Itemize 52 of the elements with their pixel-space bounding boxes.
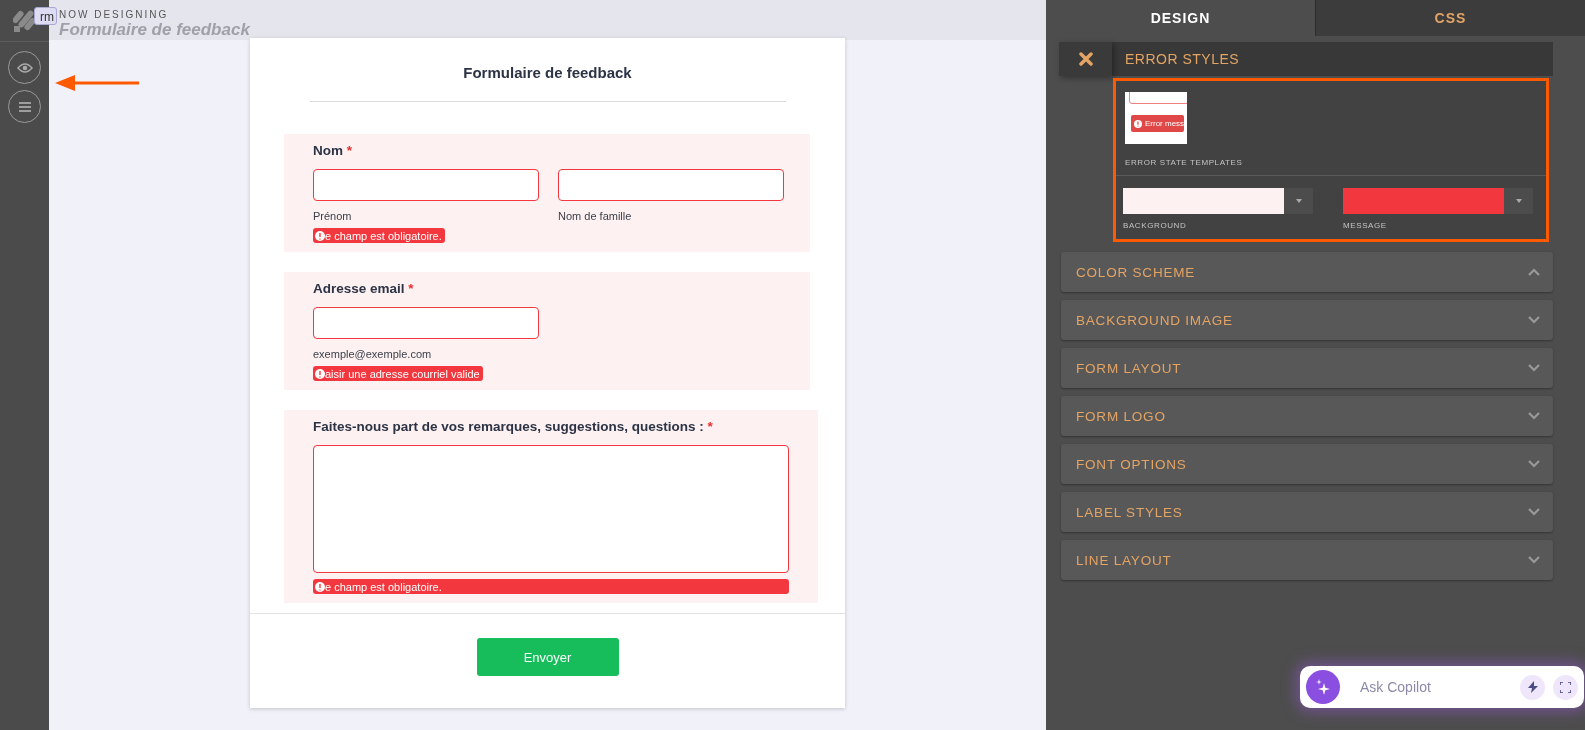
copilot-placeholder: Ask Copilot xyxy=(1360,679,1432,695)
alert-icon xyxy=(1134,119,1142,128)
form-title: Formulaire de feedback xyxy=(59,20,250,40)
sublabel: Prénom xyxy=(313,210,353,222)
form-heading: Formulaire de feedback xyxy=(463,64,632,81)
accordion-section[interactable]: FORM LAYOUT xyxy=(1061,348,1553,388)
templates-label: ERROR STATE TEMPLATES xyxy=(1125,158,1244,167)
text-field[interactable] xyxy=(313,307,539,339)
error-message: e champ est obligatoire. xyxy=(313,579,789,594)
color-label: MESSAGE xyxy=(1343,221,1388,230)
field-label: Nom xyxy=(313,143,343,158)
template-thumbnail[interactable]: Error mess xyxy=(1125,92,1187,144)
accordion-section[interactable]: LINE LAYOUT xyxy=(1061,540,1553,580)
preview-text: Error mess xyxy=(1145,119,1185,128)
text-field[interactable] xyxy=(558,169,784,201)
accordion-section[interactable]: FORM LOGO xyxy=(1061,396,1553,436)
field-label: Adresse email xyxy=(313,281,405,296)
accordion-section[interactable]: BACKGROUND IMAGE xyxy=(1061,300,1553,340)
alert-icon xyxy=(315,230,325,241)
menu-icon xyxy=(18,101,31,112)
bolt-icon[interactable] xyxy=(1520,674,1545,700)
error-message: aisir une adresse courriel valide xyxy=(313,366,483,381)
caret-icon xyxy=(1515,199,1522,203)
form-switcher[interactable]: rm xyxy=(34,7,57,25)
color-picker[interactable] xyxy=(1123,188,1313,214)
panel-tab[interactable]: CSS xyxy=(1315,0,1585,36)
accordion-section[interactable]: LABEL STYLES xyxy=(1061,492,1553,532)
color-label: BACKGROUND xyxy=(1123,221,1188,230)
copilot-bar[interactable]: Ask Copilot xyxy=(1300,666,1584,708)
required-mark: * xyxy=(346,143,353,158)
error-message: e champ est obligatoire. xyxy=(313,228,445,243)
sparkle-icon xyxy=(1306,670,1340,704)
field-label: Faites-nous part de vos remarques, suggestions, questions : xyxy=(313,419,704,434)
accordion-section[interactable]: COLOR SCHEME xyxy=(1061,252,1553,292)
color-picker[interactable] xyxy=(1343,188,1533,214)
close-button[interactable] xyxy=(1059,42,1112,76)
alert-icon xyxy=(315,368,325,379)
text-field[interactable] xyxy=(313,169,539,201)
close-icon xyxy=(1078,52,1093,66)
caption-label: NOW DESIGNING xyxy=(59,9,169,20)
alert-icon xyxy=(315,581,325,592)
required-mark: * xyxy=(408,281,414,296)
submit-button[interactable]: Envoyer xyxy=(476,638,619,676)
sublabel: exemple@exemple.com xyxy=(313,348,433,360)
accordion-section[interactable]: FONT OPTIONS xyxy=(1061,444,1553,484)
expand-icon[interactable] xyxy=(1553,674,1578,700)
required-mark: * xyxy=(707,419,713,434)
sublabel: Nom de famille xyxy=(558,210,633,222)
logo-icon xyxy=(12,7,37,33)
textarea-field[interactable] xyxy=(313,445,789,573)
eye-icon xyxy=(16,62,33,73)
caret-icon xyxy=(1295,199,1302,203)
